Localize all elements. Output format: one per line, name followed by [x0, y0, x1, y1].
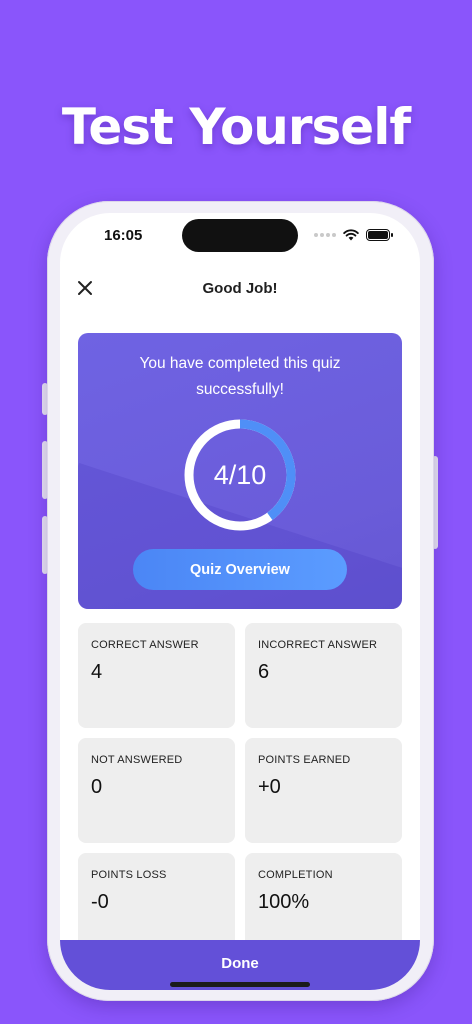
cellular-signal-icon [314, 233, 336, 237]
stat-value: 4 [91, 661, 103, 683]
stat-card-not-answered: NOT ANSWERED 0 [78, 738, 235, 843]
stat-value: +0 [258, 776, 281, 798]
stat-label: CORRECT ANSWER [91, 639, 199, 651]
stat-card-points-earned: POINTS EARNED +0 [245, 738, 402, 843]
stat-label: INCORRECT ANSWER [258, 639, 378, 651]
stat-card-correct-answer: CORRECT ANSWER 4 [78, 623, 235, 728]
stat-label: COMPLETION [258, 869, 333, 881]
home-indicator [170, 982, 310, 987]
status-time: 16:05 [104, 227, 143, 244]
quiz-overview-button[interactable]: Quiz Overview [133, 549, 347, 590]
stat-label: NOT ANSWERED [91, 754, 183, 766]
page-title: Good Job! [202, 280, 278, 297]
score-text: 4/10 [213, 459, 267, 490]
stat-label: POINTS EARNED [258, 754, 351, 766]
wifi-icon [343, 229, 359, 241]
stat-value: 100% [258, 891, 310, 913]
phone-screen: 16:05 Good Job! You have completed this … [60, 213, 420, 990]
completion-message: You have completed this quiz successfull… [139, 355, 341, 398]
battery-icon [366, 229, 393, 241]
dynamic-island [182, 219, 298, 252]
stat-value: -0 [91, 891, 109, 913]
stat-value: 0 [91, 776, 103, 798]
status-icons [314, 229, 393, 241]
stat-card-incorrect-answer: INCORRECT ANSWER 6 [245, 623, 402, 728]
result-card: You have completed this quiz successfull… [78, 333, 402, 609]
stat-label: POINTS LOSS [91, 869, 167, 881]
marketing-headline: Test Yourself [61, 98, 411, 156]
stat-value: 6 [258, 661, 270, 683]
